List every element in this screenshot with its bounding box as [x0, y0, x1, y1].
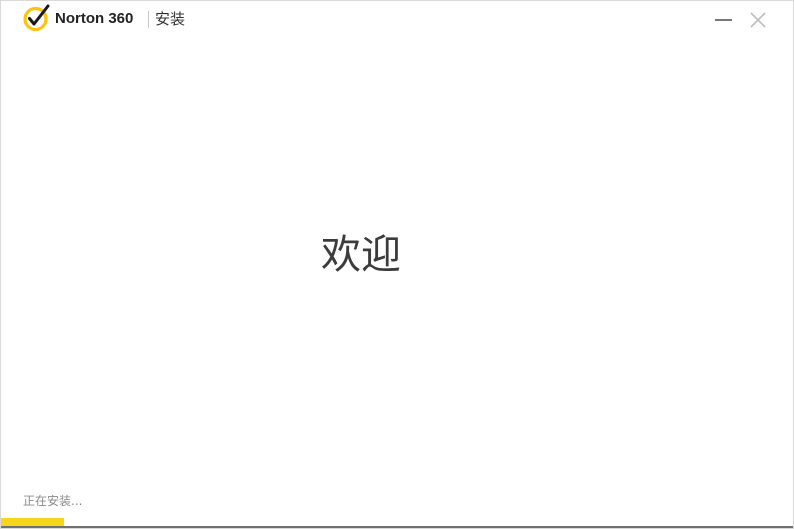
welcome-heading: 欢迎	[321, 232, 401, 278]
minimize-button[interactable]	[710, 7, 736, 33]
title-bar[interactable]: Norton 360 安装	[1, 1, 793, 39]
close-button[interactable]	[745, 7, 771, 33]
install-status-text: 正在安装...	[23, 494, 83, 508]
install-progress-fill	[1, 518, 65, 526]
close-icon	[750, 12, 766, 28]
installer-window: Norton 360 安装 欢迎 正在安装...	[0, 0, 794, 529]
minimize-icon	[715, 19, 732, 21]
window-bottom-edge	[1, 526, 793, 528]
norton-logo-icon	[23, 4, 50, 32]
brand-name: Norton 360	[55, 10, 134, 27]
page-title: 安装	[155, 10, 186, 28]
title-divider	[148, 11, 149, 28]
